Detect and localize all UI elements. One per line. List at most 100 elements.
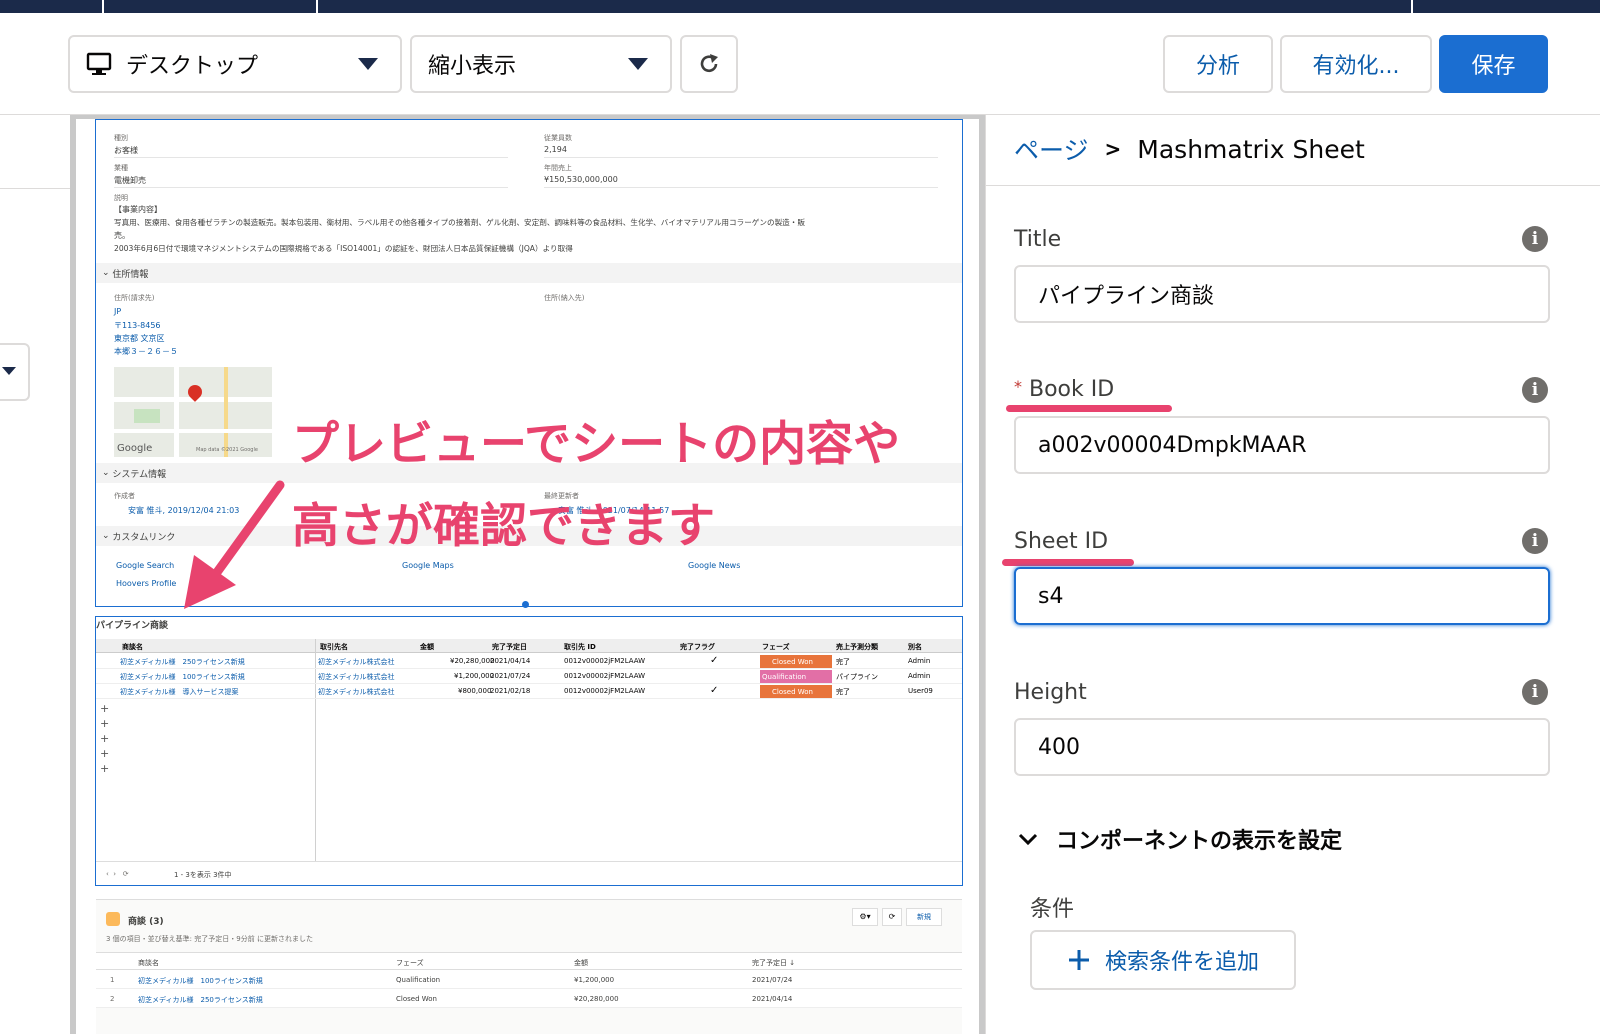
closed-flag-cell[interactable]: ✓ bbox=[710, 685, 718, 696]
custom-link[interactable]: Google Search bbox=[116, 561, 174, 570]
address-line[interactable]: 本郷３－２６－５ bbox=[114, 346, 178, 357]
left-panel-toggle[interactable] bbox=[0, 343, 30, 401]
column-header[interactable]: 完了フラグ bbox=[680, 642, 715, 652]
refresh-button[interactable] bbox=[680, 35, 738, 93]
table-row[interactable]: 2 初芝メディカル様 250ライセンス新規 Closed Won ¥20,280… bbox=[96, 989, 962, 1008]
forecast-cell[interactable]: パイプライン bbox=[836, 672, 878, 682]
column-header[interactable]: 金額 bbox=[574, 958, 588, 968]
field-label: 住所(請求先) bbox=[114, 294, 155, 302]
sheet-id-label: Sheet ID bbox=[1014, 529, 1109, 554]
close-date-cell[interactable]: 2021/02/18 bbox=[490, 687, 530, 695]
column-header[interactable]: 別名 bbox=[908, 642, 922, 652]
column-header[interactable]: 金額 bbox=[420, 642, 434, 652]
map-thumbnail[interactable]: Google Map data ©2021 Google bbox=[114, 367, 272, 457]
address-section-header[interactable]: ⌄ 住所情報 bbox=[96, 263, 962, 283]
refresh-button[interactable]: ⟳ bbox=[882, 908, 902, 926]
field-label: 作成者 bbox=[114, 492, 135, 500]
zoom-select[interactable]: 縮小表示 bbox=[410, 35, 672, 93]
device-select[interactable]: デスクトップ bbox=[68, 35, 402, 93]
custom-link[interactable]: Google Maps bbox=[402, 561, 454, 570]
section-title: システム情報 bbox=[112, 469, 167, 480]
close-date-cell[interactable]: 2021/07/24 bbox=[490, 672, 530, 680]
new-button[interactable]: 新規 bbox=[906, 908, 942, 926]
section-title: 住所情報 bbox=[112, 269, 149, 280]
close-date-cell[interactable]: 2021/04/14 bbox=[490, 657, 530, 665]
height-input[interactable]: 400 bbox=[1014, 718, 1550, 776]
custom-link[interactable]: Hoovers Profile bbox=[116, 579, 176, 588]
account-id-cell[interactable]: 0012v00002jFM2LAAW bbox=[564, 657, 645, 665]
opportunity-name-cell[interactable]: 初芝メディカル様 導入サービス提案 bbox=[120, 687, 239, 697]
alias-cell[interactable]: Admin bbox=[908, 672, 930, 680]
column-header[interactable]: フェーズ bbox=[762, 642, 790, 652]
related-header-row: 商談名 フェーズ 金額 完了予定日 ↓ bbox=[96, 952, 962, 970]
stage-value: Closed Won bbox=[772, 658, 813, 666]
account-id-cell[interactable]: 0012v00002jFM2LAAW bbox=[564, 687, 645, 695]
breadcrumb-root-link[interactable]: ページ bbox=[1014, 131, 1089, 167]
custom-link[interactable]: Google News bbox=[688, 561, 740, 570]
info-icon[interactable]: i bbox=[1522, 377, 1548, 403]
column-header[interactable]: 取引先 ID bbox=[564, 642, 596, 652]
annotation-text-line2: 高さが確認できます bbox=[292, 499, 715, 554]
title-input[interactable]: パイプライン商談 bbox=[1014, 265, 1550, 323]
address-line[interactable]: 〒113-8456 bbox=[114, 320, 161, 331]
column-header[interactable]: 完了予定日 bbox=[492, 642, 527, 652]
table-row[interactable]: 1 初芝メディカル様 100ライセンス新規 Qualification ¥1,2… bbox=[96, 970, 962, 989]
section-title: カスタムリンク bbox=[112, 532, 176, 543]
amount-cell[interactable]: ¥1,200,000 bbox=[454, 672, 494, 680]
resize-handle[interactable] bbox=[522, 601, 529, 608]
address-line[interactable]: 東京都 文京区 bbox=[114, 333, 165, 344]
address-line[interactable]: JP bbox=[114, 307, 121, 316]
save-button[interactable]: 保存 bbox=[1439, 35, 1548, 93]
amount-cell[interactable]: ¥800,000 bbox=[458, 687, 491, 695]
alias-cell[interactable]: Admin bbox=[908, 657, 930, 665]
account-id-cell[interactable]: 0012v00002jFM2LAAW bbox=[564, 672, 645, 680]
sheet-id-input[interactable]: s4 bbox=[1014, 567, 1550, 625]
add-row-icons[interactable]: + + + + + bbox=[100, 701, 110, 776]
account-name-cell[interactable]: 初芝メディカル株式会社 bbox=[318, 657, 395, 667]
column-header[interactable]: 完了予定日 ↓ bbox=[752, 958, 795, 968]
column-header[interactable]: フェーズ bbox=[396, 958, 424, 968]
analyze-button[interactable]: 分析 bbox=[1163, 35, 1273, 93]
opportunity-name-cell[interactable]: 初芝メディカル様 100ライセンス新規 bbox=[120, 672, 245, 682]
forecast-cell[interactable]: 完了 bbox=[836, 687, 850, 697]
title-label: Title bbox=[1014, 227, 1062, 252]
info-icon[interactable]: i bbox=[1522, 226, 1548, 252]
alias-cell[interactable]: User09 bbox=[908, 687, 933, 695]
column-header[interactable]: 売上予測分類 bbox=[836, 642, 878, 652]
column-header[interactable]: 商談名 bbox=[122, 642, 143, 652]
field-label: 業種 bbox=[114, 164, 128, 172]
desktop-icon bbox=[86, 51, 112, 77]
annotation-arrow-icon bbox=[184, 480, 285, 609]
stage-cell[interactable]: Qualification bbox=[760, 670, 832, 683]
table-row[interactable]: 初芝メディカル様 導入サービス提案 初芝メディカル株式会社 ¥800,000 2… bbox=[96, 684, 962, 699]
column-header[interactable]: 取引先名 bbox=[320, 642, 348, 652]
info-icon[interactable]: i bbox=[1522, 679, 1548, 705]
opportunity-name-cell[interactable]: 初芝メディカル様 250ライセンス新規 bbox=[120, 657, 245, 667]
opportunity-name-cell[interactable]: 初芝メディカル様 250ライセンス新規 bbox=[138, 995, 263, 1005]
stage-cell[interactable]: Closed Won bbox=[760, 685, 832, 698]
table-row[interactable]: 初芝メディカル様 250ライセンス新規 初芝メディカル株式会社 ¥20,280,… bbox=[96, 654, 962, 669]
settings-button[interactable]: ⚙▾ bbox=[852, 908, 878, 926]
forecast-cell[interactable]: 完了 bbox=[836, 657, 850, 667]
visibility-section-title: コンポーネントの表示を設定 bbox=[1056, 829, 1343, 854]
breadcrumb-separator: > bbox=[1104, 137, 1122, 161]
visibility-section-toggle[interactable]: コンポーネントの表示を設定 bbox=[1016, 823, 1342, 855]
account-name-cell[interactable]: 初芝メディカル株式会社 bbox=[318, 672, 395, 682]
account-name-cell[interactable]: 初芝メディカル株式会社 bbox=[318, 687, 395, 697]
table-row[interactable]: 初芝メディカル様 100ライセンス新規 初芝メディカル株式会社 ¥1,200,0… bbox=[96, 669, 962, 684]
pager-nav-icons[interactable]: ‹ › ⟳ bbox=[106, 870, 129, 878]
opportunity-name-cell[interactable]: 初芝メディカル様 100ライセンス新規 bbox=[138, 976, 263, 986]
row-number: 2 bbox=[110, 995, 115, 1003]
field-label: 種別 bbox=[114, 134, 128, 142]
book-id-input[interactable]: a002v00004DmpkMAAR bbox=[1014, 416, 1550, 474]
sheet-title: パイプライン商談 bbox=[96, 621, 169, 631]
column-header[interactable]: 商談名 bbox=[138, 958, 159, 968]
required-marker: * bbox=[1014, 377, 1022, 396]
closed-flag-cell[interactable]: ✓ bbox=[710, 655, 718, 666]
activate-button[interactable]: 有効化... bbox=[1280, 35, 1432, 93]
info-icon[interactable]: i bbox=[1522, 528, 1548, 554]
related-list-title[interactable]: 商談 (3) bbox=[128, 914, 164, 927]
add-condition-button[interactable]: 検索条件を追加 bbox=[1030, 930, 1296, 990]
amount-cell[interactable]: ¥20,280,000 bbox=[450, 657, 495, 665]
stage-cell[interactable]: Closed Won bbox=[760, 655, 832, 668]
